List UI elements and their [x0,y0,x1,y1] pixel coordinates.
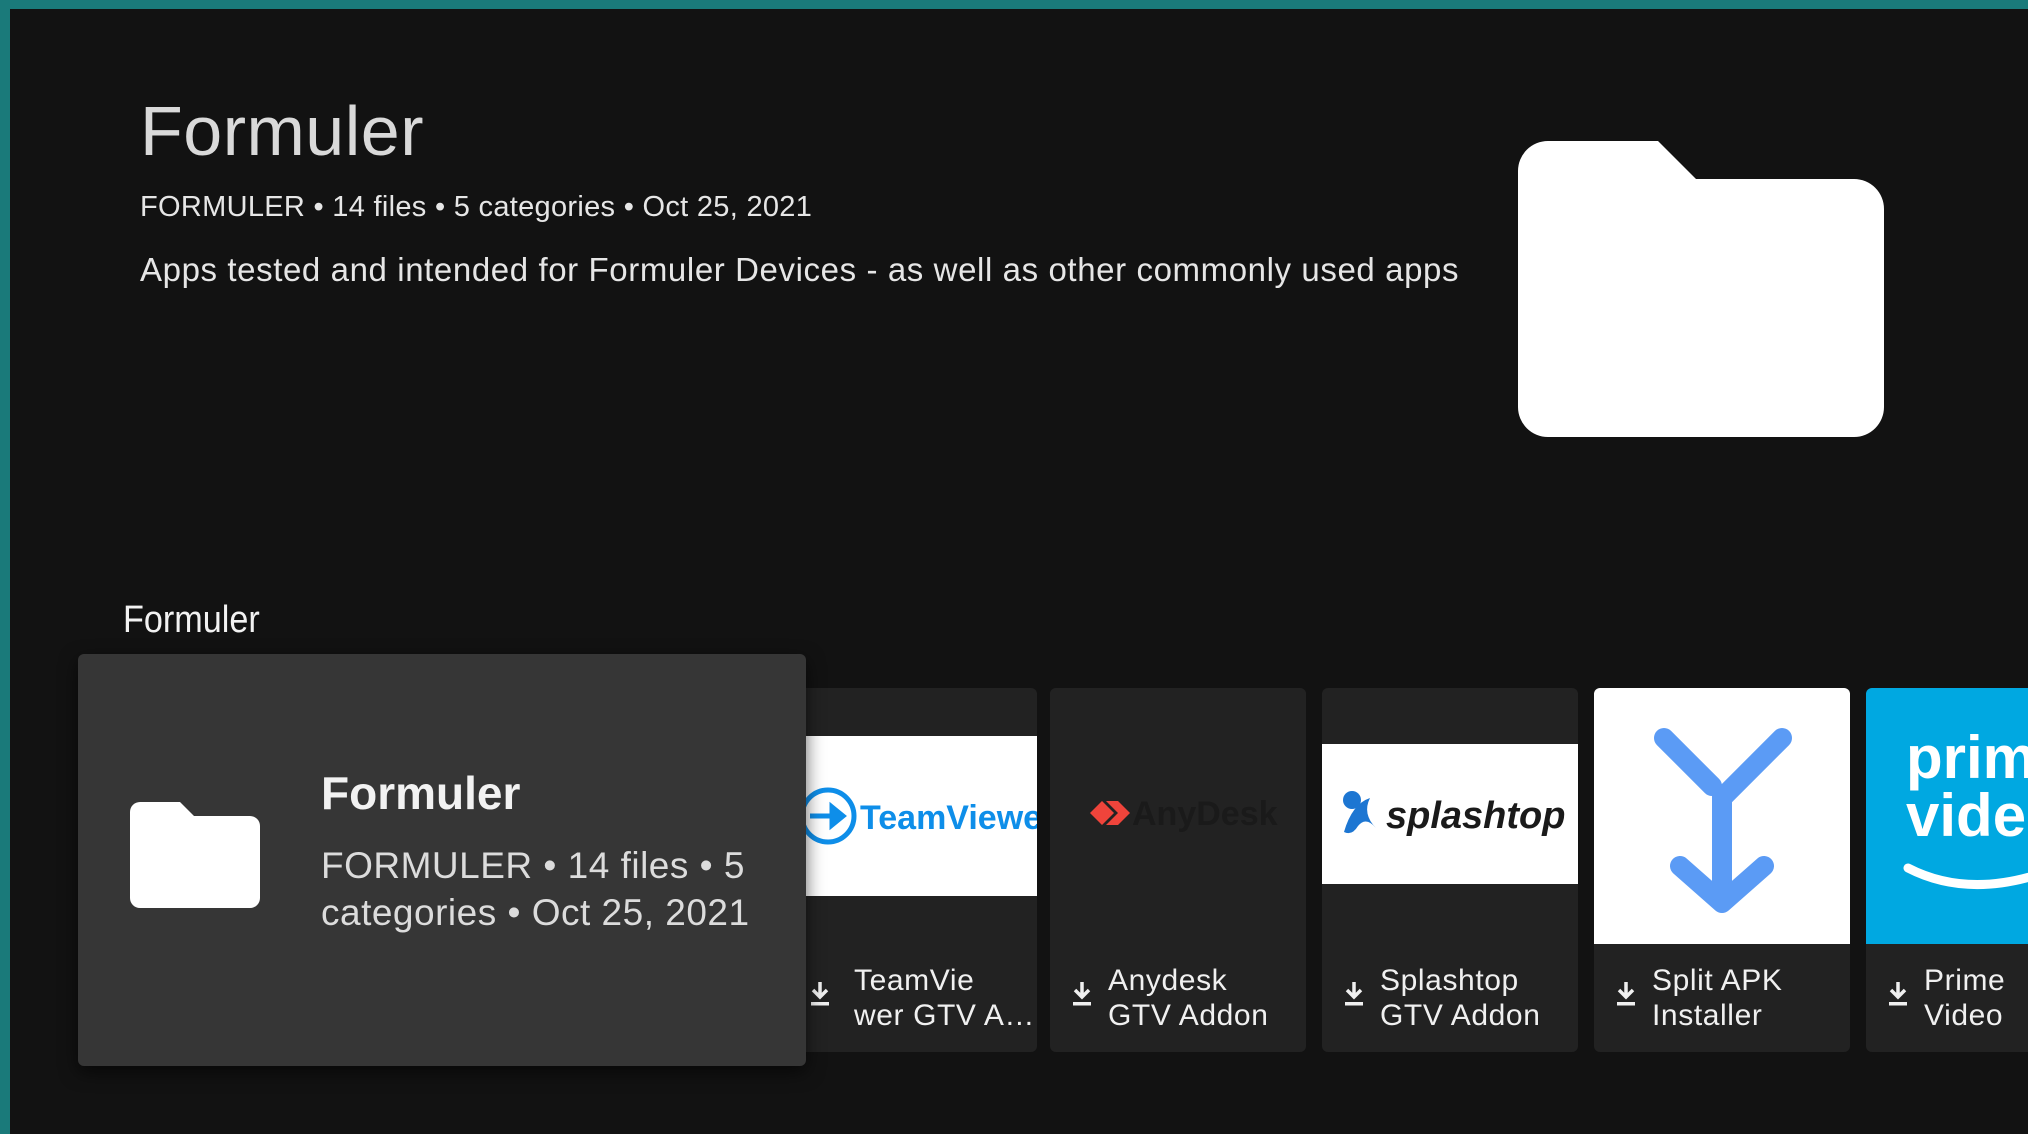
anydesk-logo: AnyDesk [1050,688,1306,944]
page-title: Formuler [140,92,425,170]
download-icon [1073,982,1091,1006]
app-card-label: Prime Video [1924,964,2006,1032]
app-screen: Formuler FORMULER • 14 files • 5 categor… [10,9,2028,1134]
app-card-label: Split APK Installer [1652,964,1783,1032]
app-card-splashtop[interactable]: splashtop Splashtop GTV Addon [1322,688,1578,1052]
splashtop-logo: splashtop [1322,744,1578,884]
svg-text:AnyDesk: AnyDesk [1132,795,1278,833]
app-card-label: Anydesk GTV Addon [1108,964,1269,1032]
app-card-label: TeamVie wer GTV A… [854,964,1036,1032]
app-card-teamviewer[interactable]: TeamViewer TeamVie wer GTV A… [784,688,1037,1052]
folder-icon [130,802,260,908]
app-card-split-apk[interactable]: Split APK Installer [1594,688,1850,1052]
prime-video-logo: prim vide [1866,688,2028,944]
app-card-prime-video[interactable]: prim vide Prime Video [1866,688,2028,1052]
prime-video-logo-mark: prim vide [1903,724,2028,889]
svg-text:prim: prim [1906,724,2028,791]
download-icon [811,982,829,1006]
anydesk-logo-mark: AnyDesk [1090,795,1278,833]
teamviewer-logo: TeamViewer [784,736,1037,896]
folder-icon [1518,141,1884,437]
download-icon [1345,982,1363,1006]
row-title: Formuler [123,599,260,641]
svg-text:TeamViewer: TeamViewer [860,799,1037,837]
svg-text:vide: vide [1906,782,2026,849]
split-apk-logo [1594,688,1850,944]
focused-card-title: Formuler [321,767,521,819]
download-icon [1617,982,1635,1006]
app-card-label: Splashtop GTV Addon [1380,964,1541,1032]
teamviewer-logo-mark: TeamViewer [799,787,1037,845]
split-apk-logo-mark [1654,728,1792,913]
app-card-anydesk[interactable]: AnyDesk Anydesk GTV Addon [1050,688,1306,1052]
svg-text:splashtop: splashtop [1386,795,1565,837]
splashtop-logo-mark: splashtop [1343,791,1565,837]
download-icon [1889,982,1907,1006]
focused-folder-card[interactable]: Formuler FORMULER • 14 files • 5 categor… [78,654,806,1066]
page-description: Apps tested and intended for Formuler De… [140,251,1460,288]
page-meta: FORMULER • 14 files • 5 categories • Oct… [140,191,813,223]
focused-card-meta: FORMULER • 14 files • 5 categories • Oct… [321,845,750,933]
